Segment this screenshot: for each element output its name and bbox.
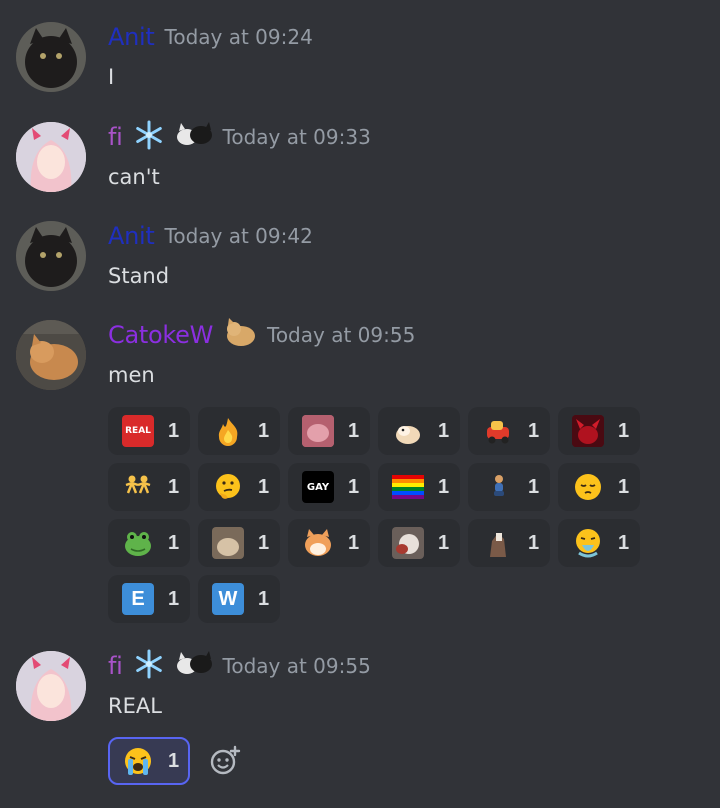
author-name[interactable]: CatokeW — [108, 321, 213, 349]
timestamp: Today at 09:55 — [222, 654, 371, 678]
avatar[interactable] — [16, 651, 86, 721]
reaction[interactable]: 1 — [108, 737, 190, 785]
reaction-count: 1 — [528, 475, 540, 498]
reaction-count: 1 — [528, 419, 540, 442]
fire-emoji — [212, 415, 244, 447]
avatar[interactable] — [16, 320, 86, 390]
toy-car-emoji — [482, 415, 514, 447]
reaction[interactable]: 1 — [558, 463, 640, 511]
reaction[interactable]: 1 — [198, 407, 280, 455]
message-text: Stand — [108, 264, 170, 288]
timestamp: Today at 09:55 — [267, 323, 416, 347]
author-name[interactable]: fi — [108, 123, 123, 151]
cat-badge-icon — [223, 318, 257, 352]
rainbow-flag-emoji — [392, 471, 424, 503]
snowflake-icon — [133, 648, 165, 684]
reaction[interactable]: 1 — [378, 463, 460, 511]
reaction[interactable]: GAY 1 — [288, 463, 370, 511]
message-text: men — [108, 363, 155, 387]
author-name[interactable]: Anit — [108, 222, 155, 250]
reaction-count: 1 — [168, 749, 180, 772]
reaction[interactable]: 1 — [288, 407, 370, 455]
thinking-face-emoji — [212, 471, 244, 503]
reaction-count: 1 — [258, 531, 270, 554]
reaction-count: 1 — [348, 531, 360, 554]
reaction-count: 1 — [168, 475, 180, 498]
cat-badge-icon — [175, 121, 213, 153]
pensive-face-emoji — [572, 471, 604, 503]
reaction[interactable]: 1 — [558, 519, 640, 567]
cat-photo-2-emoji — [392, 527, 424, 559]
message-text: REAL — [108, 694, 162, 718]
person-kneeling-emoji — [482, 471, 514, 503]
message-text: can't — [108, 165, 160, 189]
message-text: I — [108, 65, 115, 89]
avatar[interactable] — [16, 22, 86, 92]
reaction[interactable]: W 1 — [198, 575, 280, 623]
author-name[interactable]: Anit — [108, 23, 155, 51]
reaction-count: 1 — [438, 531, 450, 554]
frog-emoji — [122, 527, 154, 559]
red-demon-emoji — [572, 415, 604, 447]
timestamp: Today at 09:33 — [222, 125, 371, 149]
reaction[interactable]: 1 — [378, 407, 460, 455]
reaction-count: 1 — [168, 531, 180, 554]
gay-emoji: GAY — [302, 471, 334, 503]
timestamp: Today at 09:24 — [164, 25, 313, 49]
reaction[interactable]: 1 — [378, 519, 460, 567]
reaction-count: 1 — [618, 419, 630, 442]
loudly-crying-face-emoji — [122, 745, 154, 777]
reaction-bar: REAL 1 1 1 1 1 1 1 1 GAY 1 1 1 1 1 1 1 1… — [108, 407, 648, 623]
avatar[interactable] — [16, 221, 86, 291]
add-reaction-icon[interactable] — [208, 744, 242, 778]
author-name[interactable]: fi — [108, 652, 123, 680]
dancing-men-emoji — [122, 471, 154, 503]
reaction[interactable]: 1 — [108, 463, 190, 511]
reaction-bar: 1 — [108, 737, 648, 785]
horse-emoji — [482, 527, 514, 559]
real-emoji: REAL — [122, 415, 154, 447]
reaction-count: 1 — [438, 419, 450, 442]
reaction[interactable]: REAL 1 — [108, 407, 190, 455]
pink-cat-emoji — [302, 415, 334, 447]
letter-e-emoji: E — [122, 583, 154, 615]
reaction[interactable]: 1 — [108, 519, 190, 567]
reaction-count: 1 — [168, 587, 180, 610]
snowflake-icon — [133, 119, 165, 155]
reaction-count: 1 — [168, 419, 180, 442]
reaction-count: 1 — [348, 419, 360, 442]
reaction-count: 1 — [438, 475, 450, 498]
vomiting-face-emoji — [572, 527, 604, 559]
letter-w-emoji: W — [212, 583, 244, 615]
timestamp: Today at 09:42 — [164, 224, 313, 248]
reaction-count: 1 — [258, 419, 270, 442]
reaction[interactable]: 1 — [468, 463, 550, 511]
reaction[interactable]: 1 — [288, 519, 370, 567]
hamster-emoji — [392, 415, 424, 447]
reaction-count: 1 — [528, 531, 540, 554]
reaction[interactable]: 1 — [198, 463, 280, 511]
reaction-count: 1 — [258, 475, 270, 498]
cat-photo-emoji — [212, 527, 244, 559]
reaction[interactable]: E 1 — [108, 575, 190, 623]
reaction-count: 1 — [348, 475, 360, 498]
avatar[interactable] — [16, 122, 86, 192]
reaction[interactable]: 1 — [198, 519, 280, 567]
reaction-count: 1 — [258, 587, 270, 610]
reaction-count: 1 — [618, 475, 630, 498]
reaction-count: 1 — [618, 531, 630, 554]
shiba-emoji — [302, 527, 334, 559]
reaction[interactable]: 1 — [558, 407, 640, 455]
cat-badge-icon — [175, 650, 213, 682]
reaction[interactable]: 1 — [468, 519, 550, 567]
reaction[interactable]: 1 — [468, 407, 550, 455]
